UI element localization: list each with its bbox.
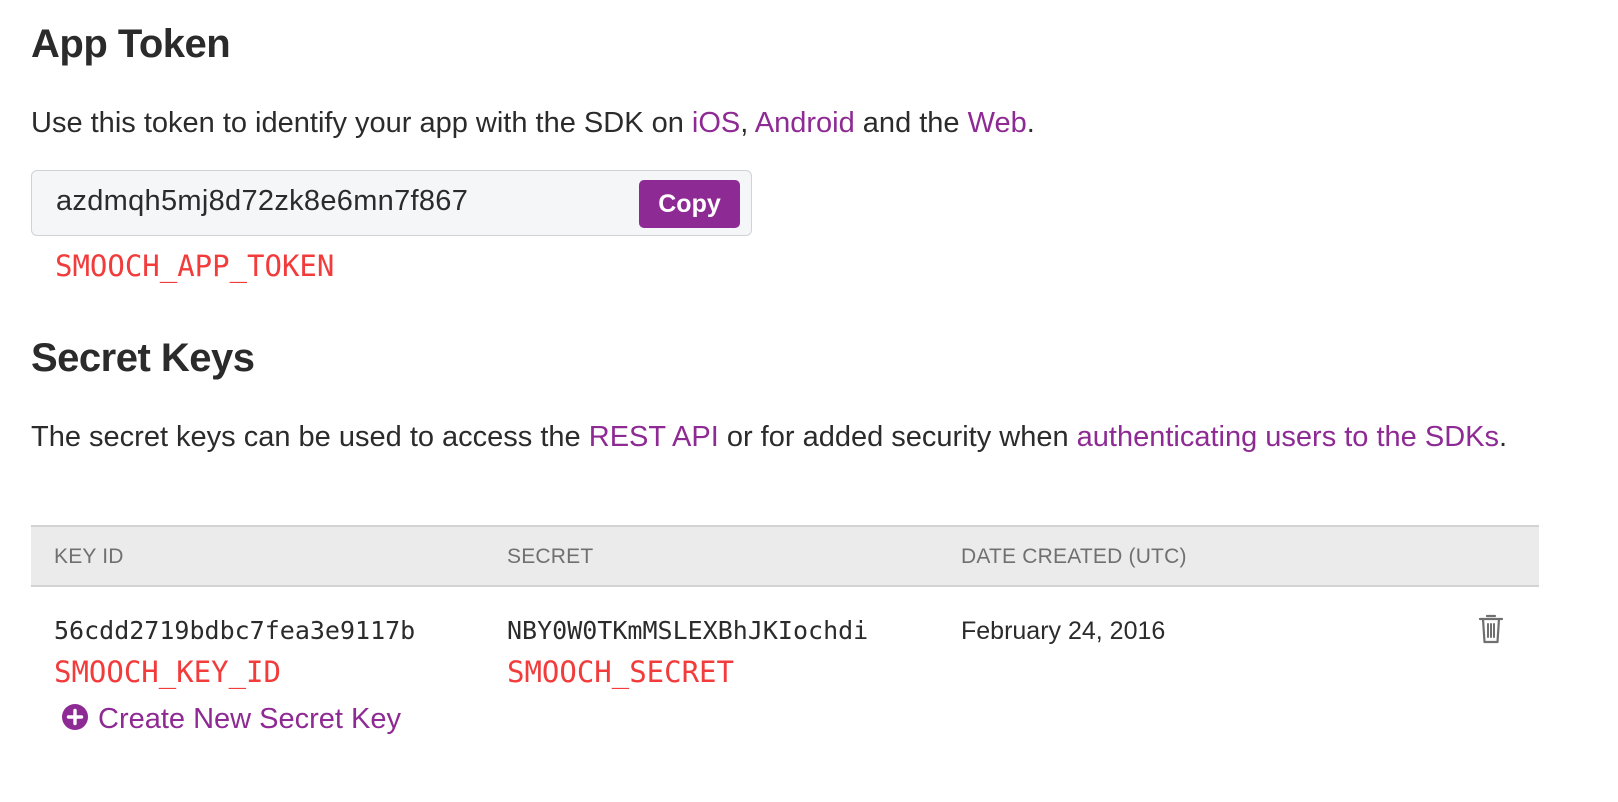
date-created-value: February 24, 2016 xyxy=(961,617,1166,645)
trash-icon-graphic xyxy=(1478,614,1504,644)
create-new-secret-key-label[interactable]: Create New Secret Key xyxy=(98,703,401,735)
plus-circle-icon xyxy=(62,704,88,731)
table-row: 56cdd2719bdbc7fea3e9117b SMOOCH_KEY_ID N… xyxy=(31,587,1539,737)
key-id-value: 56cdd2719bdbc7fea3e9117b xyxy=(54,616,416,645)
app-token-desc-sep: , xyxy=(740,107,755,139)
rest-api-link[interactable]: REST API xyxy=(589,421,719,453)
app-token-desc-pre: Use this token to identify your app with… xyxy=(31,107,692,139)
authenticating-users-link[interactable]: authenticating users to the SDKs xyxy=(1077,421,1499,453)
app-token-field[interactable]: azdmqh5mj8d72zk8e6mn7f867 Copy xyxy=(31,170,752,236)
secret-keys-heading: Secret Keys xyxy=(31,336,255,380)
secret-keys-desc-mid: or for added security when xyxy=(718,421,1077,453)
table-header: KEY ID SECRET DATE CREATED (UTC) xyxy=(31,525,1539,587)
secret-keys-desc-end: . xyxy=(1499,421,1508,453)
create-new-secret-key-link[interactable]: Create New Secret Key xyxy=(61,699,401,739)
app-token-desc-mid: and the xyxy=(854,107,968,139)
column-header-date-created: DATE CREATED (UTC) xyxy=(961,545,1187,568)
copy-button[interactable]: Copy xyxy=(639,180,740,228)
column-header-key-id: KEY ID xyxy=(54,545,124,568)
app-token-env-var: SMOOCH_APP_TOKEN xyxy=(55,249,335,283)
app-token-desc-end: . xyxy=(1026,107,1035,139)
key-id-env-var: SMOOCH_KEY_ID xyxy=(54,655,281,689)
secret-env-var: SMOOCH_SECRET xyxy=(507,655,734,689)
column-header-secret: SECRET xyxy=(507,545,594,568)
secret-value: NBY0W0TKmMSLEXBhJKIochdi xyxy=(507,616,869,645)
android-link[interactable]: Android xyxy=(755,107,855,139)
app-token-value[interactable]: azdmqh5mj8d72zk8e6mn7f867 xyxy=(56,181,468,221)
ios-link[interactable]: iOS xyxy=(692,107,740,139)
secret-keys-description: The secret keys can be used to access th… xyxy=(31,416,1541,459)
app-token-heading: App Token xyxy=(31,22,231,66)
secret-keys-table: KEY ID SECRET DATE CREATED (UTC) 56cdd27… xyxy=(31,525,1539,737)
app-token-description: Use this token to identify your app with… xyxy=(31,102,1571,145)
web-link[interactable]: Web xyxy=(968,107,1027,139)
secret-keys-desc-pre: The secret keys can be used to access th… xyxy=(31,421,589,453)
trash-icon[interactable] xyxy=(1477,613,1505,645)
